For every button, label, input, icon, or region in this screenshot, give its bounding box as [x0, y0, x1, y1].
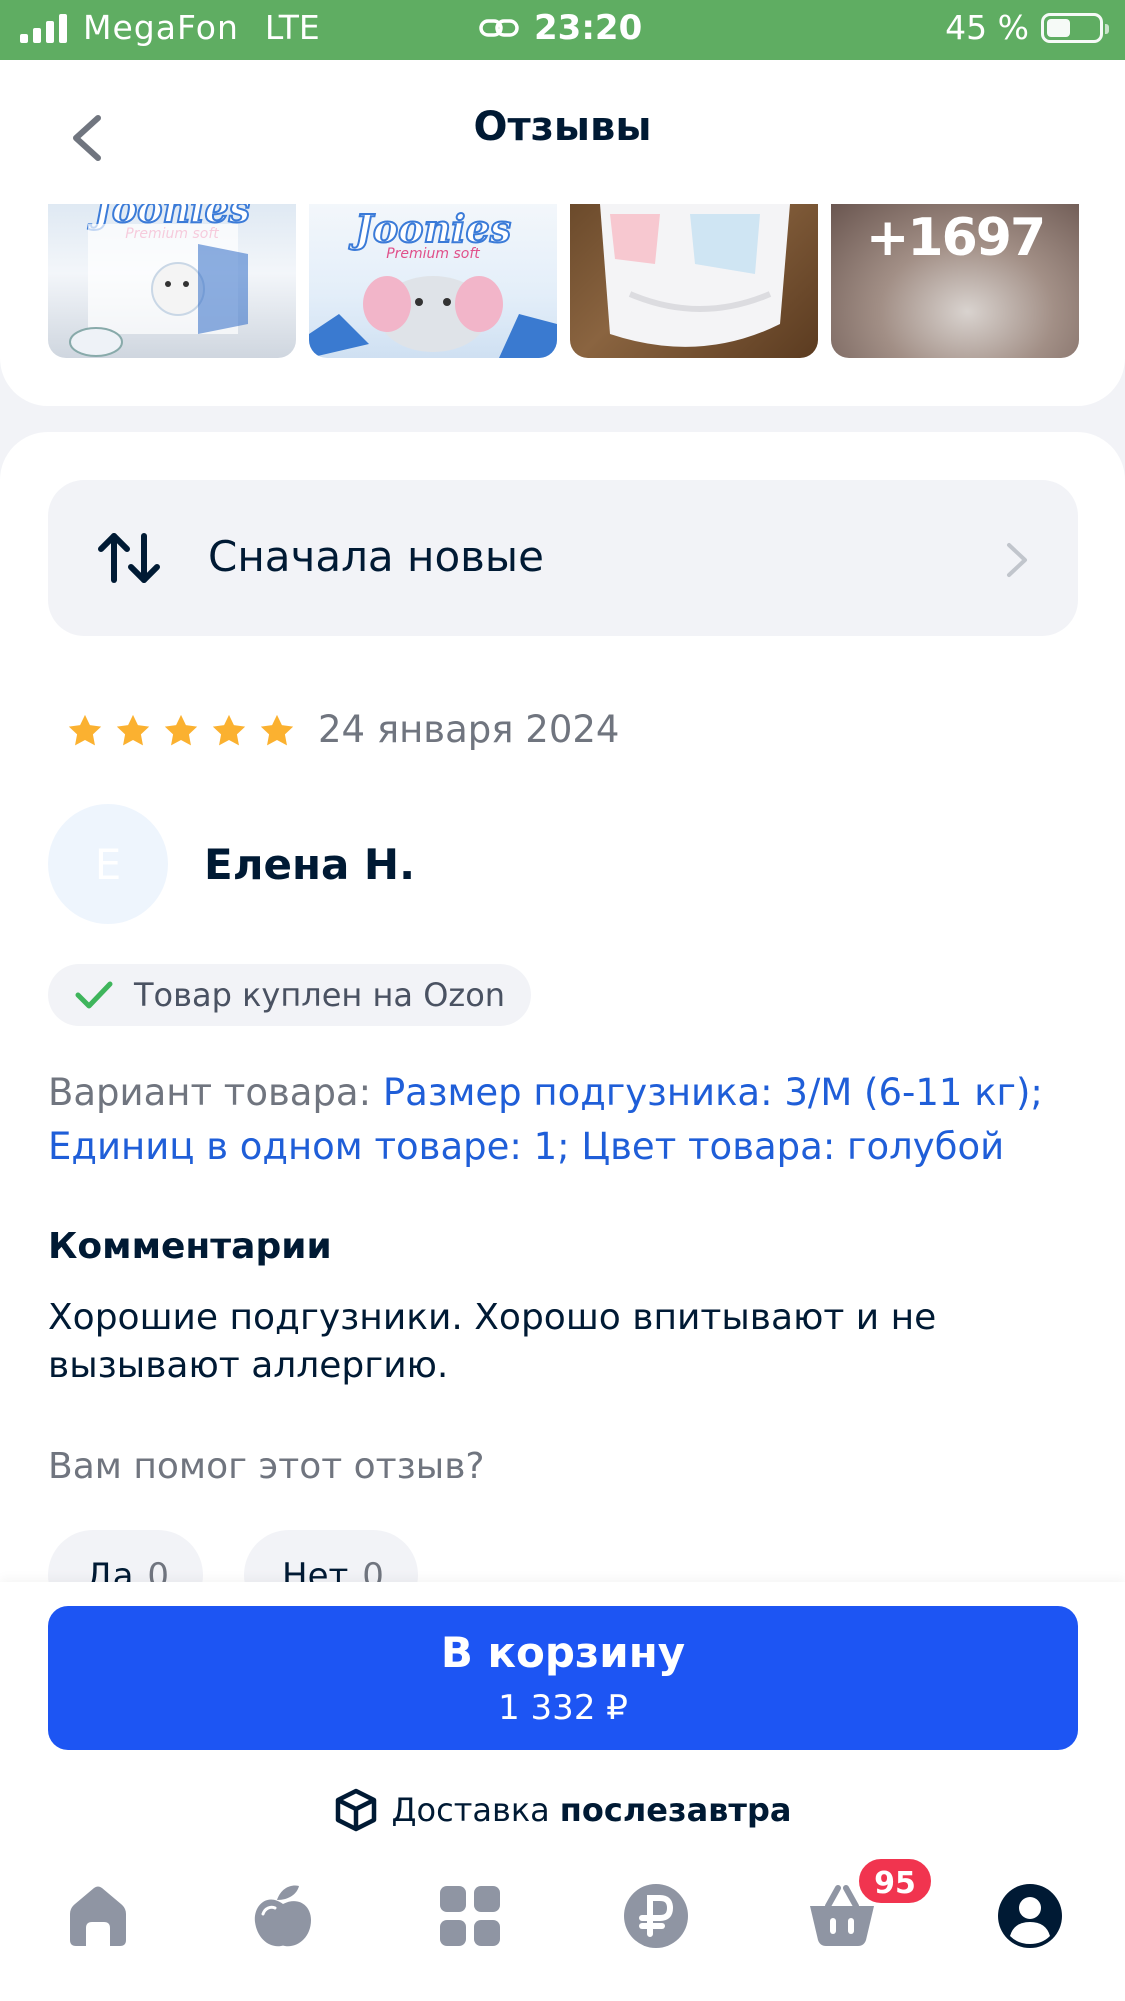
- battery-nub: [1105, 23, 1109, 34]
- review-date: 24 января 2024: [318, 708, 620, 751]
- verified-purchase-badge: Товар куплен на Ozon: [48, 964, 532, 1026]
- add-to-cart-button[interactable]: В корзину 1 332 ₽: [48, 1606, 1078, 1750]
- home-icon[interactable]: [62, 1880, 134, 1952]
- delivery-prefix: Доставка: [391, 1791, 550, 1829]
- page-title: Отзывы: [473, 104, 652, 150]
- sort-label: Сначала новые: [208, 532, 544, 581]
- signal-icon: [20, 13, 67, 43]
- helpful-question: Вам помог этот отзыв?: [48, 1446, 485, 1487]
- profile-icon[interactable]: [994, 1880, 1066, 1952]
- review-photo-2[interactable]: Joonies Premium soft: [309, 204, 557, 358]
- rating-stars: [66, 712, 296, 750]
- chevron-right-icon: [1007, 543, 1027, 577]
- star-icon: [164, 714, 198, 746]
- battery-percent: 45 %: [945, 8, 1029, 47]
- verified-badge-label: Товар куплен на Ozon: [134, 976, 506, 1014]
- review-photo-3[interactable]: [570, 204, 818, 358]
- status-left: MegaFon LTE: [20, 8, 320, 47]
- fresh-icon[interactable]: [247, 1880, 319, 1952]
- carrier-name: MegaFon: [83, 8, 239, 47]
- cart-button-price: 1 332 ₽: [498, 1688, 628, 1728]
- finance-icon[interactable]: [620, 1880, 692, 1952]
- review-card: Сначала новые 24 января 2024 Е Елена Н. …: [0, 432, 1125, 1620]
- comments-title: Комментарии: [48, 1226, 332, 1267]
- bottom-panel: В корзину 1 332 ₽ Доставка послезавтра 9…: [0, 1582, 1125, 2001]
- comments-text: Хорошие подгузники. Хорошо впитывают и н…: [48, 1297, 937, 1386]
- status-center: 23:20: [478, 8, 642, 48]
- review-photo-more[interactable]: +1697: [831, 204, 1079, 358]
- tab-bar: 95: [0, 1856, 1125, 1980]
- battery-icon: [1041, 12, 1109, 43]
- cart-button-label: В корзину: [440, 1628, 686, 1677]
- avatar: Е: [48, 804, 168, 924]
- battery-fill: [1047, 18, 1070, 37]
- avatar-letter: Е: [94, 839, 122, 889]
- checkmark-icon: [75, 981, 113, 1009]
- star-icon: [68, 714, 102, 746]
- catalog-icon[interactable]: [434, 1880, 506, 1952]
- delivery-when: послезавтра: [559, 1791, 792, 1829]
- variant-label: Вариант товара:: [48, 1071, 372, 1114]
- cart-count-badge: 95: [856, 1856, 934, 1906]
- photo-brand-sub: Premium soft: [386, 246, 480, 262]
- review-author: Елена Н.: [204, 840, 416, 889]
- product-variant: Вариант товара: Размер подгузника: 3/M (…: [48, 1066, 1088, 1174]
- sort-button[interactable]: Сначала новые: [48, 480, 1078, 636]
- header: Отзывы: [0, 60, 1125, 204]
- status-bar: MegaFon LTE 23:20 45 %: [0, 0, 1125, 60]
- box-icon: [335, 1788, 376, 1832]
- network-type: LTE: [264, 8, 320, 47]
- star-icon: [212, 714, 246, 746]
- clock: 23:20: [534, 8, 643, 48]
- star-icon: [116, 714, 150, 746]
- delivery-info[interactable]: Доставка послезавтра: [0, 1788, 1125, 1832]
- status-right: 45 %: [945, 8, 1109, 47]
- review-photos-strip: Joonies Premium soft Joonies Premium sof…: [0, 200, 1125, 406]
- star-icon: [260, 714, 294, 746]
- personal-hotspot-icon: [479, 19, 519, 37]
- more-photos-count: +1697: [865, 208, 1046, 268]
- sort-arrows-icon: [98, 533, 160, 583]
- review-photo-1[interactable]: Joonies Premium soft: [48, 204, 296, 358]
- photo-brand-text: Joonies: [354, 205, 512, 252]
